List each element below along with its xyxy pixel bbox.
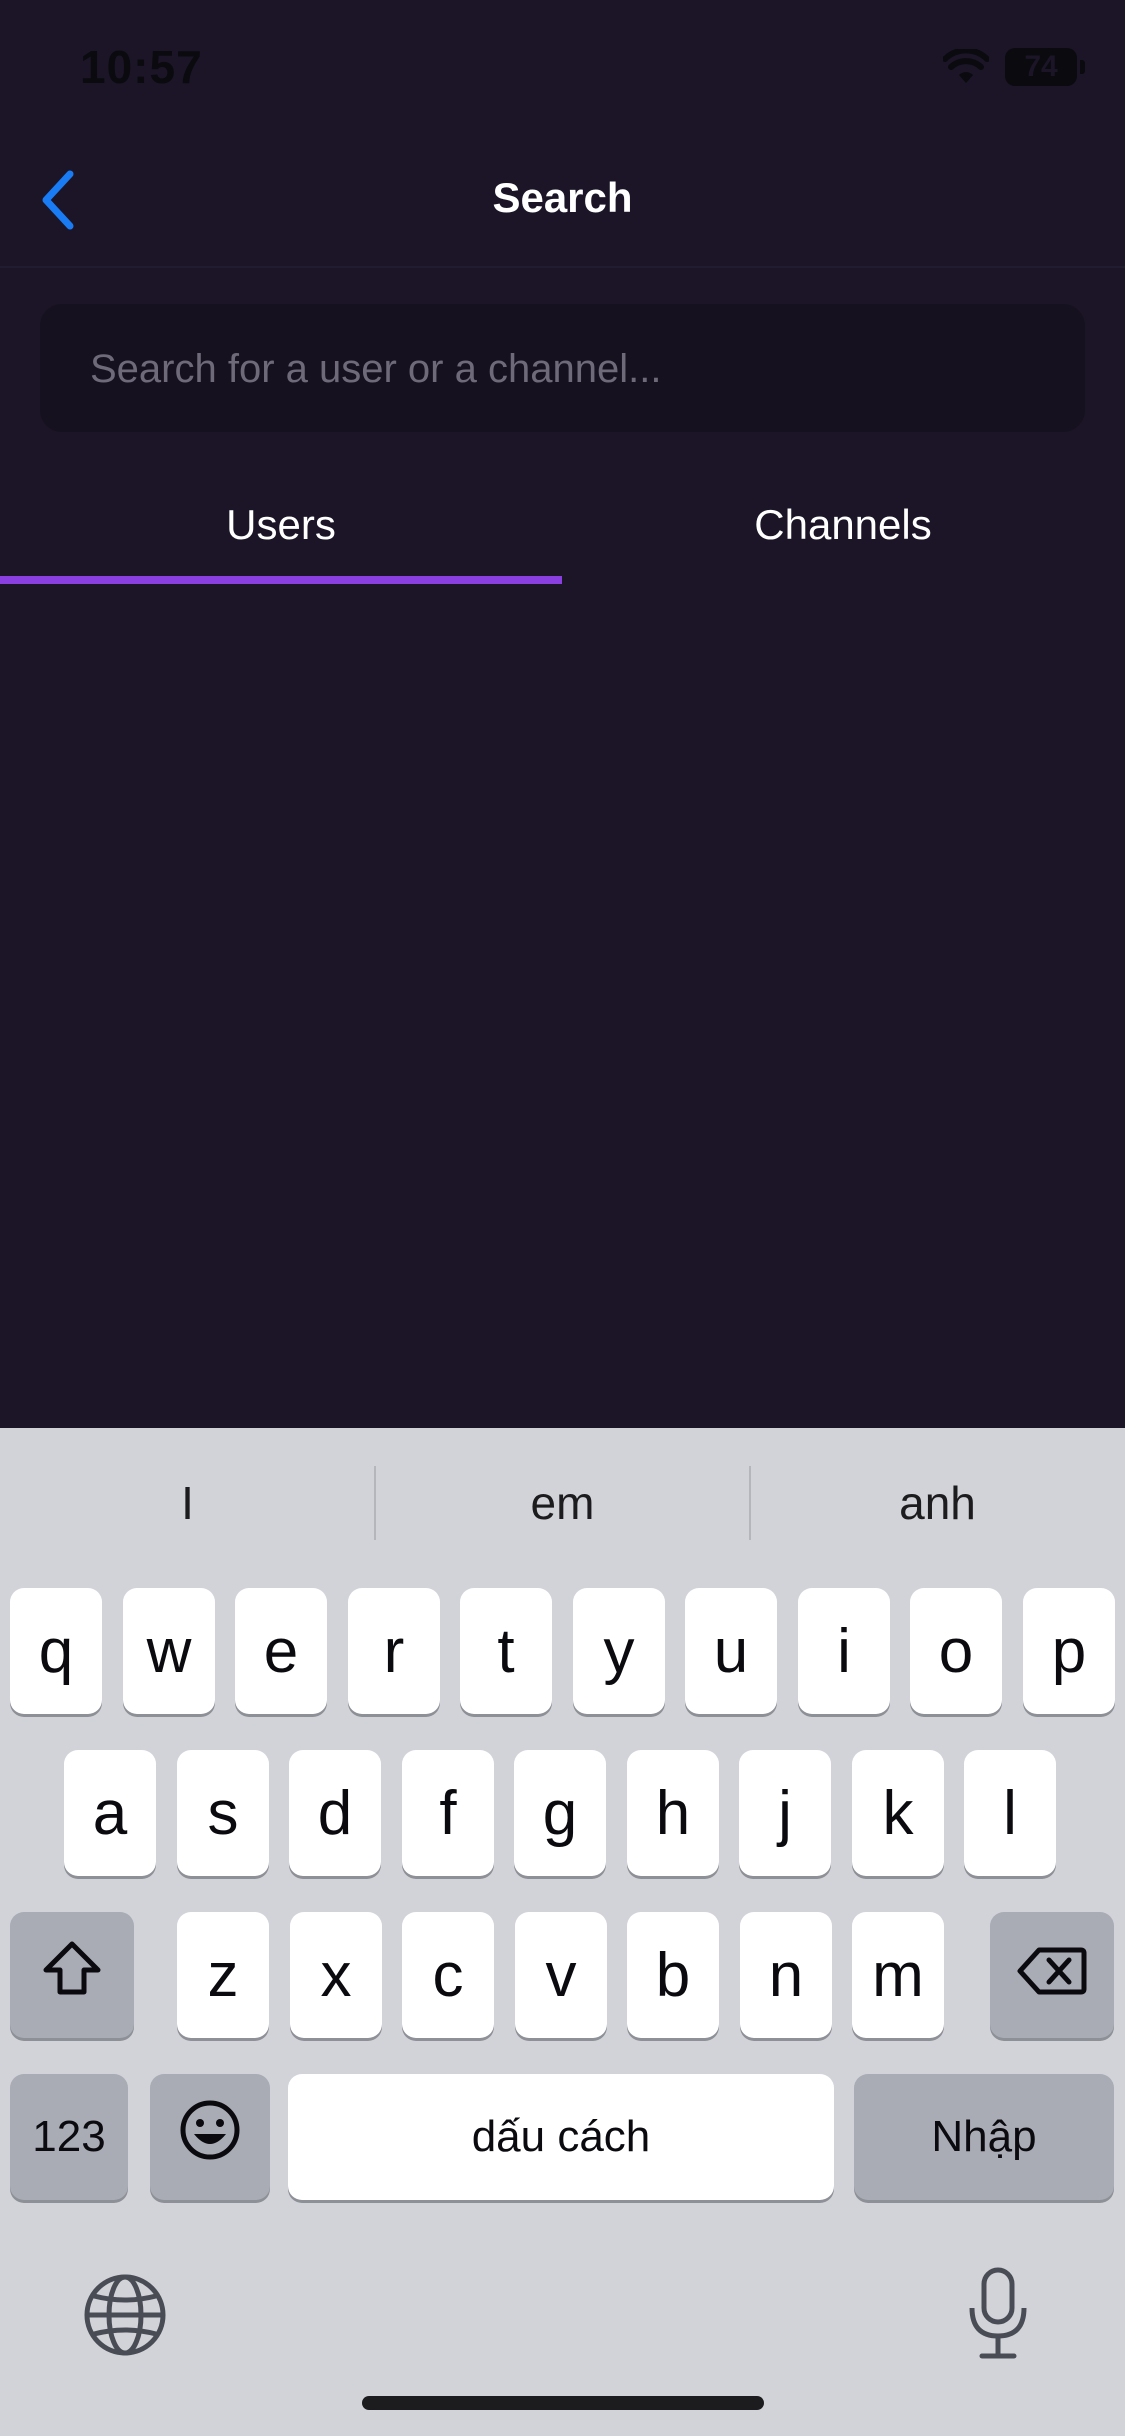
suggestion-item[interactable]: em: [375, 1428, 750, 1578]
active-tab-indicator: [0, 576, 562, 584]
key-d[interactable]: d: [289, 1750, 381, 1876]
suggestion-item[interactable]: anh: [750, 1428, 1125, 1578]
key-x[interactable]: x: [290, 1912, 382, 2038]
key-e[interactable]: e: [235, 1588, 327, 1714]
battery-icon: 74: [1005, 48, 1085, 86]
key-y[interactable]: y: [573, 1588, 665, 1714]
emoji-key[interactable]: [150, 2074, 270, 2200]
key-v[interactable]: v: [515, 1912, 607, 2038]
key-u[interactable]: u: [685, 1588, 777, 1714]
status-time: 10:57: [80, 41, 203, 93]
key-o[interactable]: o: [910, 1588, 1002, 1714]
tab-channels-label: Channels: [754, 501, 932, 548]
key-q[interactable]: q: [10, 1588, 102, 1714]
suggestion-bar: I em anh: [0, 1428, 1125, 1578]
emoji-icon: [178, 2098, 242, 2177]
suggestion-item[interactable]: I: [0, 1428, 375, 1578]
shift-icon: [40, 1938, 104, 2013]
numbers-key[interactable]: 123: [10, 2074, 128, 2200]
home-indicator: [362, 2396, 764, 2410]
backspace-icon: [1017, 1940, 1087, 2011]
shift-key[interactable]: [10, 1912, 134, 2038]
key-k[interactable]: k: [852, 1750, 944, 1876]
wifi-icon: [943, 49, 989, 85]
key-t[interactable]: t: [460, 1588, 552, 1714]
key-n[interactable]: n: [740, 1912, 832, 2038]
status-bar: 10:57 74: [0, 0, 1125, 140]
microphone-key[interactable]: [958, 2264, 1038, 2364]
tab-users[interactable]: Users: [0, 470, 562, 584]
page-title: Search: [492, 174, 633, 221]
key-w[interactable]: w: [123, 1588, 215, 1714]
key-p[interactable]: p: [1023, 1588, 1115, 1714]
key-j[interactable]: j: [739, 1750, 831, 1876]
key-a[interactable]: a: [64, 1750, 156, 1876]
microphone-icon: [958, 2267, 1038, 2368]
key-s[interactable]: s: [177, 1750, 269, 1876]
search-box[interactable]: [40, 304, 1085, 434]
search-input[interactable]: [88, 304, 1052, 434]
globe-icon: [80, 2274, 170, 2364]
key-g[interactable]: g: [514, 1750, 606, 1876]
backspace-key[interactable]: [990, 1912, 1114, 2038]
status-icons: 74: [943, 48, 1085, 86]
globe-key[interactable]: [80, 2270, 170, 2360]
key-l[interactable]: l: [964, 1750, 1056, 1876]
keyboard: I em anh qwertyuiop asdfghjkl zxcvbnm 123: [0, 1428, 1125, 2436]
key-c[interactable]: c: [402, 1912, 494, 2038]
key-r[interactable]: r: [348, 1588, 440, 1714]
key-f[interactable]: f: [402, 1750, 494, 1876]
key-i[interactable]: i: [798, 1588, 890, 1714]
key-m[interactable]: m: [852, 1912, 944, 2038]
key-b[interactable]: b: [627, 1912, 719, 2038]
tab-users-label: Users: [226, 501, 336, 548]
tab-channels[interactable]: Channels: [562, 470, 1124, 580]
tab-bar: Users Channels: [0, 470, 1125, 584]
space-key[interactable]: dấu cách: [288, 2074, 834, 2200]
navigation-bar: Search: [0, 140, 1125, 268]
return-key[interactable]: Nhập: [854, 2074, 1114, 2200]
key-z[interactable]: z: [177, 1912, 269, 2038]
key-h[interactable]: h: [627, 1750, 719, 1876]
